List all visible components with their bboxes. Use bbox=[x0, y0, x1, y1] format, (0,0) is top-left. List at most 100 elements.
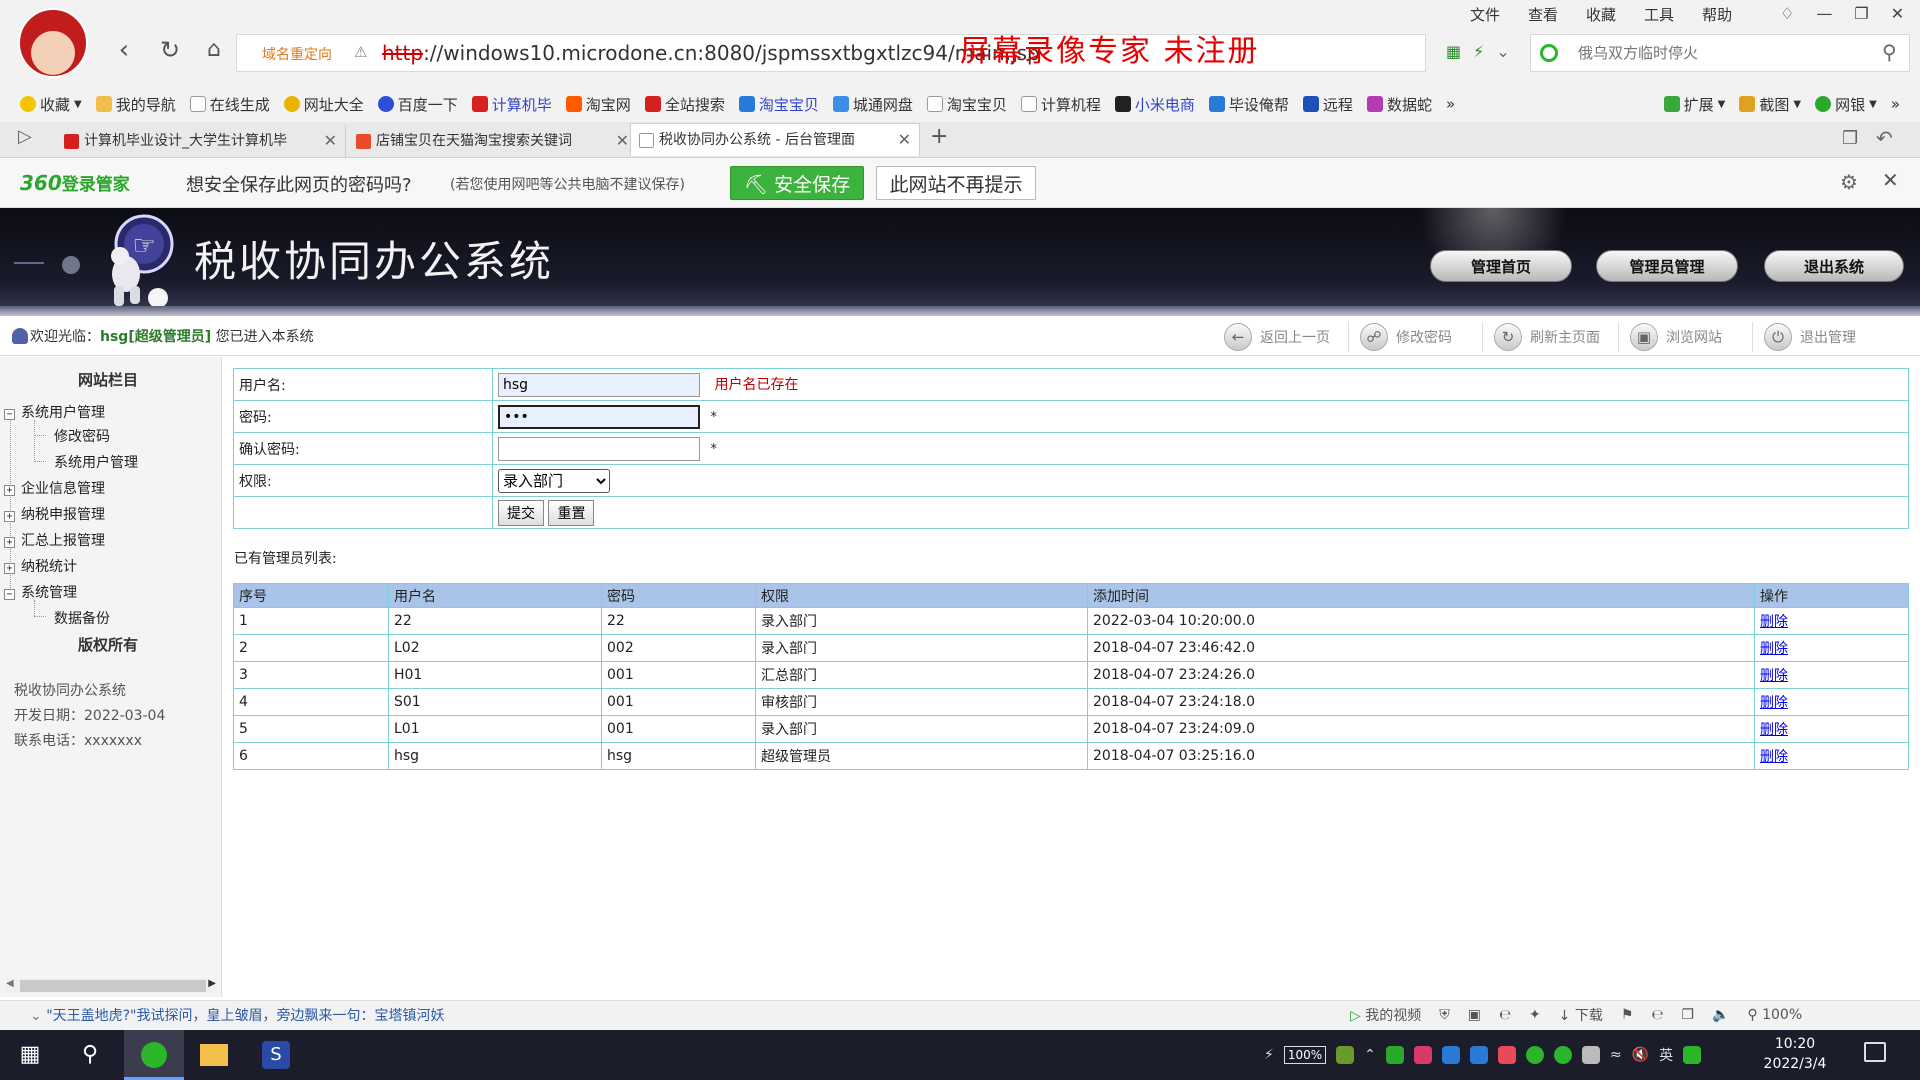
chevron-down-icon[interactable]: ⌄ bbox=[30, 1008, 42, 1024]
collapse-icon[interactable]: − bbox=[4, 589, 15, 600]
sidebar-item-user-manage[interactable]: 系统用户管理 bbox=[54, 452, 138, 472]
speed-icon[interactable]: ⚡ bbox=[1473, 42, 1496, 61]
dropdown-icon[interactable]: ⌄ bbox=[1496, 42, 1521, 61]
expand-icon[interactable]: + bbox=[4, 537, 15, 548]
gear-icon[interactable]: ⚙ bbox=[1840, 170, 1858, 194]
wechat-icon[interactable] bbox=[1525, 1046, 1544, 1064]
undo-close-icon[interactable]: ↶ bbox=[1876, 126, 1893, 150]
my-video-button[interactable]: ▷ 我的视频 bbox=[1350, 1005, 1421, 1025]
url-text[interactable]: http://windows10.microdone.cn:8080/jspms… bbox=[382, 41, 1040, 65]
nav-logout-button[interactable]: 退出系统 bbox=[1764, 250, 1904, 282]
bookmark-item[interactable]: 我的导航 bbox=[95, 94, 176, 115]
image-icon[interactable]: ▣ bbox=[1468, 1007, 1481, 1023]
safe-save-button[interactable]: ⛏ 安全保存 bbox=[730, 166, 864, 200]
wifi-icon[interactable]: ≈ bbox=[1610, 1047, 1622, 1063]
ie-icon[interactable]: ℮ bbox=[1499, 1007, 1511, 1023]
bookmark-item[interactable]: 淘宝宝贝 bbox=[926, 94, 1007, 115]
menu-view[interactable]: 查看 bbox=[1528, 4, 1558, 25]
nav-admin-manage-button[interactable]: 管理员管理 bbox=[1596, 250, 1738, 282]
username-input[interactable] bbox=[498, 372, 700, 397]
taskbar-explorer[interactable] bbox=[184, 1030, 244, 1080]
expand-icon[interactable]: + bbox=[4, 563, 15, 574]
bookmark-item[interactable]: 在线生成 bbox=[189, 94, 270, 115]
tray-app-icon[interactable] bbox=[1683, 1046, 1702, 1064]
shield-icon[interactable]: ⛨ bbox=[1439, 1007, 1450, 1023]
delete-link[interactable]: 删除 bbox=[1760, 641, 1788, 657]
screenshot-button[interactable]: 截图 ▼ bbox=[1739, 94, 1801, 115]
tray-expand-icon[interactable]: ⌃ bbox=[1364, 1047, 1376, 1063]
expand-icon[interactable]: + bbox=[4, 511, 15, 522]
reset-button[interactable]: 重置 bbox=[548, 499, 595, 526]
close-bar-icon[interactable]: ✕ bbox=[1882, 168, 1899, 192]
exit-admin-button[interactable]: ⏻ 退出管理 bbox=[1764, 320, 1856, 354]
download-button[interactable]: ↓ 下载 bbox=[1559, 1005, 1603, 1025]
taskbar-browser[interactable] bbox=[124, 1030, 184, 1080]
search-input[interactable] bbox=[1548, 36, 1868, 70]
pin-icon[interactable]: ✦ bbox=[1529, 1007, 1541, 1023]
menu-file[interactable]: 文件 bbox=[1470, 4, 1500, 25]
start-button[interactable]: ▦ bbox=[0, 1030, 60, 1080]
tab-close-icon[interactable]: ✕ bbox=[616, 125, 629, 157]
sidebar-item-tax-declare[interactable]: + 纳税申报管理 bbox=[4, 504, 105, 524]
scroll-left-icon[interactable]: ◀ bbox=[6, 978, 14, 989]
sidebar-toggle-icon[interactable]: ▷ bbox=[18, 126, 32, 147]
go-back-button[interactable]: ← 返回上一页 bbox=[1224, 320, 1330, 354]
taskbar-search[interactable]: ⚲ bbox=[60, 1030, 120, 1080]
bookmark-item[interactable]: 数据蛇 bbox=[1366, 94, 1432, 115]
sidebar-item-data-backup[interactable]: 数据备份 bbox=[54, 608, 110, 628]
flag-icon[interactable]: ⚑ bbox=[1621, 1007, 1634, 1023]
nav-home-button[interactable]: 管理首页 bbox=[1430, 250, 1572, 282]
tray-app-icon[interactable] bbox=[1336, 1046, 1355, 1064]
sidebar-item-system-manage[interactable]: − 系统管理 bbox=[4, 582, 77, 602]
menu-help[interactable]: 帮助 bbox=[1702, 4, 1732, 25]
tray-app-icon[interactable] bbox=[1441, 1046, 1460, 1064]
tray-app-icon[interactable] bbox=[1581, 1046, 1600, 1064]
ebank-button[interactable]: 网银 ▼ bbox=[1815, 94, 1877, 115]
bookmark-item[interactable]: 淘宝宝贝 bbox=[738, 94, 819, 115]
browse-site-button[interactable]: ▣ 浏览网站 bbox=[1630, 320, 1722, 354]
compat-icon[interactable]: ℮ bbox=[1651, 1007, 1663, 1023]
sidebar-scrollbar[interactable]: ◀ ▶ bbox=[6, 978, 216, 994]
delete-link[interactable]: 删除 bbox=[1760, 722, 1788, 738]
search-icon[interactable]: ⚲ bbox=[1882, 40, 1897, 64]
bookmark-item[interactable]: 远程 bbox=[1302, 94, 1353, 115]
zoom-button[interactable]: ⚲ 100% bbox=[1747, 1007, 1802, 1023]
wechat-icon[interactable] bbox=[1553, 1046, 1572, 1064]
tab-3-active[interactable]: 税收协同办公系统 - 后台管理面 ✕ bbox=[630, 123, 920, 156]
restore-tab-icon[interactable]: ❐ bbox=[1842, 128, 1858, 149]
sidebar-item-system-users[interactable]: − 系统用户管理 bbox=[4, 402, 105, 422]
bookmark-item[interactable]: 淘宝网 bbox=[565, 94, 631, 115]
tray-app-icon[interactable] bbox=[1385, 1046, 1404, 1064]
close-icon[interactable]: ✕ bbox=[1891, 4, 1904, 23]
tab-close-icon[interactable]: ✕ bbox=[324, 125, 337, 157]
bookmark-item[interactable]: 全站搜索 bbox=[644, 94, 725, 115]
tray-app-icon[interactable] bbox=[1497, 1046, 1516, 1064]
plug-icon[interactable]: ⚡ bbox=[1264, 1047, 1274, 1063]
submit-button[interactable]: 提交 bbox=[498, 499, 544, 526]
menu-tools[interactable]: 工具 bbox=[1644, 4, 1674, 25]
user-avatar[interactable] bbox=[18, 8, 88, 78]
never-prompt-button[interactable]: 此网站不再提示 bbox=[876, 166, 1036, 200]
sidebar-item-tax-stats[interactable]: + 纳税统计 bbox=[4, 556, 77, 576]
collapse-icon[interactable]: − bbox=[4, 409, 15, 420]
tab-1[interactable]: 计算机毕业设计_大学生计算机毕 ✕ bbox=[56, 125, 346, 158]
delete-link[interactable]: 删除 bbox=[1760, 668, 1788, 684]
bookmark-item[interactable]: 城通网盘 bbox=[832, 94, 913, 115]
sidebar-item-change-password[interactable]: 修改密码 bbox=[54, 426, 110, 446]
tab-2[interactable]: 店铺宝贝在天猫淘宝搜索关键词 ✕ bbox=[348, 125, 638, 158]
more-bookmarks-icon[interactable]: » bbox=[1446, 95, 1455, 113]
expand-icon[interactable]: + bbox=[4, 485, 15, 496]
extensions-button[interactable]: 扩展 ▼ bbox=[1663, 94, 1725, 115]
delete-link[interactable]: 删除 bbox=[1760, 614, 1788, 630]
scroll-thumb[interactable] bbox=[20, 980, 206, 992]
bookmark-item[interactable]: 百度一下 bbox=[377, 94, 458, 115]
bookmark-item[interactable]: 计算机毕 bbox=[471, 94, 552, 115]
volume-icon[interactable]: 🔈 bbox=[1712, 1007, 1729, 1023]
change-password-button[interactable]: ☍ 修改密码 bbox=[1360, 320, 1452, 354]
tray-app-icon[interactable] bbox=[1469, 1046, 1488, 1064]
skin-icon[interactable]: ♢ bbox=[1780, 4, 1794, 23]
role-select[interactable]: 录入部门 bbox=[498, 468, 610, 493]
notification-icon[interactable] bbox=[1864, 1042, 1886, 1062]
refresh-main-button[interactable]: ↻ 刷新主页面 bbox=[1494, 320, 1600, 354]
maximize-icon[interactable]: ❐ bbox=[1854, 4, 1868, 23]
